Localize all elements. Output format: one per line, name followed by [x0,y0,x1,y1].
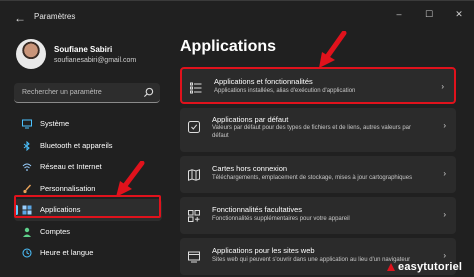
avatar[interactable] [16,39,46,69]
watermark: easytutoriel [398,261,463,273]
chevron-right-icon: › [443,251,446,260]
bluetooth-icon [23,140,30,151]
time-language-icon [22,248,32,258]
annotation-arrow-card [319,31,347,68]
annotation-arrow-sidebar [116,161,145,197]
sidebar-item-label: Bluetooth et appareils [40,140,113,150]
sidebar-item-heure-langue[interactable]: Heure et langue [14,242,162,264]
card-title: Applications pour les sites web [212,246,315,255]
map-icon [188,169,200,181]
chevron-right-icon: › [441,82,444,91]
brush-icon [23,184,32,193]
account-icon [23,227,31,237]
web-apps-icon [188,251,200,263]
sidebar-item-label: Heure et langue [40,248,94,258]
chevron-right-icon: › [443,210,446,219]
back-arrow-icon[interactable]: ← [12,10,28,26]
card-offline-maps[interactable]: Cartes hors connexion Téléchargements, e… [180,156,456,193]
card-subtitle: Valeurs par défaut pour des types de fic… [212,125,411,139]
minimize-icon[interactable]: – [384,1,414,27]
card-default-apps[interactable]: Applications par défaut Valeurs par défa… [180,108,456,152]
window-controls: – ☐ ✕ [384,1,474,27]
user-name: Soufiane Sabiri [54,45,113,54]
search-icon[interactable] [143,87,154,98]
card-subtitle: Applications installées, alias d'exécuti… [214,88,356,94]
system-icon [22,119,32,129]
chevron-right-icon: › [443,169,446,178]
card-title: Cartes hors connexion [212,164,288,173]
close-icon[interactable]: ✕ [444,1,474,27]
card-title: Applications par défaut [212,115,289,124]
network-icon [22,163,32,171]
settings-cards: Applications et fonctionnalités Applicat… [180,67,456,277]
title-bar: ← Paramètres – ☐ ✕ [0,1,474,35]
app-title: Paramètres [34,12,76,21]
card-title: Applications et fonctionnalités [214,77,313,86]
logo-icon [387,263,395,271]
card-apps-features[interactable]: Applications et fonctionnalités Applicat… [180,67,456,104]
apps-list-icon [190,82,202,94]
sidebar-item-systeme[interactable]: Système [14,113,162,135]
user-email: soufianesabiri@gmail.com [54,57,137,64]
sidebar-item-label: Réseau et Internet [40,162,102,172]
search-placeholder: Rechercher un paramètre [22,89,102,96]
search-input[interactable]: Rechercher un paramètre [14,83,160,103]
settings-window: ← Paramètres – ☐ ✕ Soufiane Sabiri soufi… [0,0,474,277]
sidebar-item-label: Personnalisation [40,183,96,193]
card-subtitle: Fonctionnalités supplémentaires pour vot… [212,216,350,222]
optional-features-icon [188,210,200,222]
sidebar-item-bluetooth[interactable]: Bluetooth et appareils [14,135,162,157]
sidebar-item-label: Comptes [40,226,71,236]
sidebar-item-label: Système [40,119,70,129]
card-subtitle: Téléchargements, emplacement de stockage… [212,175,413,181]
card-title: Fonctionnalités facultatives [212,205,303,214]
card-optional-features[interactable]: Fonctionnalités facultatives Fonctionnal… [180,197,456,234]
maximize-icon[interactable]: ☐ [414,1,444,27]
page-title: Applications [180,38,277,55]
default-apps-icon [188,121,200,133]
sidebar-item-comptes[interactable]: Comptes [14,221,162,243]
chevron-right-icon: › [443,121,446,130]
